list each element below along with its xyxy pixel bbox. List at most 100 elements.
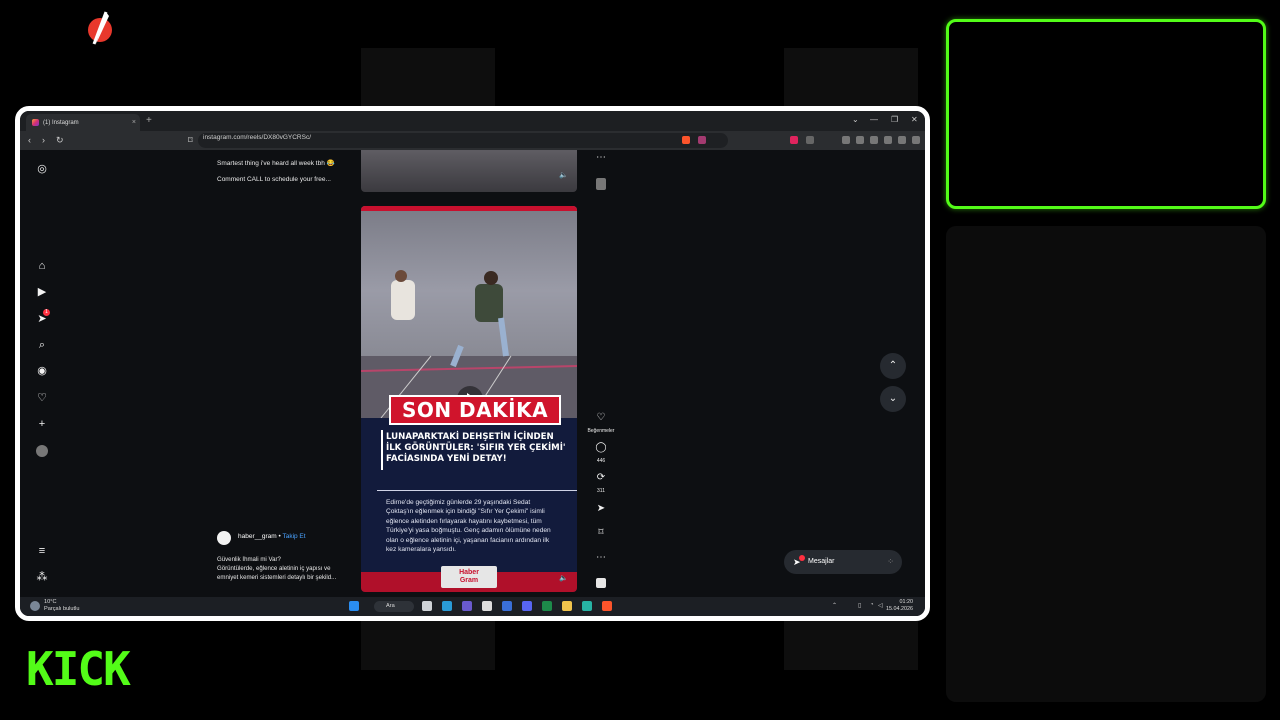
headline-accent bbox=[381, 430, 383, 470]
prev-caption-line2[interactable]: Comment CALL to schedule your free... bbox=[217, 176, 331, 183]
follow-button[interactable]: Takip Et bbox=[282, 533, 305, 540]
wifi-icon[interactable]: ◔ bbox=[870, 602, 874, 608]
search-label: Ara bbox=[386, 603, 395, 609]
more-options-icon[interactable]: ⋯ bbox=[591, 552, 611, 563]
comments-count: 446 bbox=[596, 458, 606, 464]
messages-button[interactable]: ➤ Mesajlar ⁘ bbox=[784, 550, 902, 574]
more-icon[interactable]: ⁂ bbox=[36, 571, 48, 583]
leo-icon[interactable] bbox=[884, 136, 892, 144]
author-name[interactable]: haber__gram bbox=[238, 533, 277, 540]
tab-close-icon[interactable]: × bbox=[132, 119, 136, 126]
windows-taskbar bbox=[20, 597, 925, 616]
tray-chevron-icon[interactable]: ⌃ bbox=[832, 602, 837, 609]
reel-top-strip bbox=[361, 206, 577, 211]
desc-line2: Görüntülerde, eğlence aletinin iç yapısı… bbox=[217, 565, 331, 572]
audio-thumb[interactable] bbox=[596, 178, 606, 190]
tab-search-icon[interactable]: ⌄ bbox=[852, 115, 859, 124]
instagram-icon[interactable]: ◎ bbox=[36, 163, 48, 175]
avatar[interactable] bbox=[36, 445, 48, 457]
reel-body-text: Edirne'de geçtiğimiz günlerde 29 yaşında… bbox=[386, 499, 551, 554]
url-text[interactable]: instagram.com/reels/DX80vGYCRSc/ bbox=[203, 134, 311, 141]
discord-icon[interactable] bbox=[522, 601, 532, 611]
menu-icon[interactable]: ≡ bbox=[36, 545, 48, 557]
explore-icon[interactable]: ◉ bbox=[36, 365, 48, 377]
minimize-button[interactable]: — bbox=[870, 115, 878, 124]
tab-instagram[interactable]: (1) Instagram × bbox=[26, 114, 140, 131]
avatars-icon: ⁘ bbox=[887, 557, 894, 566]
instagram-page: ◎ ⌂ ▶ ➤ 1 ⌕ ◉ ♡ + ≡ ⁂ Smartest thing i'v… bbox=[20, 150, 925, 597]
reel-headline: LUNAPARKTAKİ DEHŞETİN İÇİNDEN İLK GÖRÜNT… bbox=[386, 432, 566, 464]
mute-icon[interactable]: 🔈 bbox=[559, 574, 568, 582]
share-icon[interactable]: ➤ bbox=[591, 503, 611, 514]
windows-start-icon[interactable] bbox=[349, 601, 359, 611]
audio-thumb[interactable] bbox=[596, 578, 606, 588]
previous-reel[interactable]: 🔈 bbox=[361, 150, 577, 192]
vpn-icon[interactable] bbox=[898, 136, 906, 144]
reload-icon[interactable]: ↻ bbox=[56, 135, 64, 146]
edge-icon[interactable] bbox=[442, 601, 452, 611]
back-icon[interactable]: ‹ bbox=[28, 135, 31, 145]
brave-rewards-icon[interactable] bbox=[698, 136, 706, 144]
reels-icon[interactable]: ▶ bbox=[36, 286, 48, 298]
author-line: haber__gram • Takip Et bbox=[238, 533, 306, 540]
chrome-icon[interactable] bbox=[462, 601, 472, 611]
desc-line3[interactable]: emniyet kemeri sistemleri detaylı bir şe… bbox=[217, 574, 357, 581]
streamer-logo-icon bbox=[88, 11, 112, 45]
reel-divider bbox=[377, 490, 577, 491]
heart-icon[interactable]: ♡ bbox=[36, 392, 48, 404]
volume-icon[interactable]: ◁ bbox=[878, 602, 883, 609]
maximize-button[interactable]: ❐ bbox=[891, 115, 898, 124]
logo-line1: Haber bbox=[459, 569, 479, 576]
close-window-button[interactable]: ✕ bbox=[911, 115, 918, 124]
kick-logo: KICK bbox=[26, 642, 131, 696]
menu-icon[interactable] bbox=[912, 136, 920, 144]
sidebar-toggle-icon[interactable] bbox=[856, 136, 864, 144]
brave-icon[interactable] bbox=[602, 601, 612, 611]
breaking-news-banner: SON DAKİKA bbox=[389, 395, 561, 425]
chat-panel bbox=[946, 226, 1266, 702]
puzzle-icon[interactable] bbox=[806, 136, 814, 144]
task-view-icon[interactable] bbox=[422, 601, 432, 611]
search-icon[interactable]: ⌕ bbox=[36, 339, 48, 351]
taskbar-search[interactable]: Ara bbox=[374, 601, 414, 612]
home-icon[interactable]: ⌂ bbox=[36, 260, 48, 272]
brave-shield-icon[interactable] bbox=[682, 136, 690, 144]
current-reel[interactable]: SON DAKİKA LUNAPARKTAKİ DEHŞETİN İÇİNDEN… bbox=[361, 206, 577, 592]
comment-icon[interactable]: ◯ bbox=[591, 442, 611, 453]
prev-caption-line1: Smartest thing i've heard all week tbh 😂 bbox=[217, 160, 335, 167]
app-icon[interactable] bbox=[582, 601, 592, 611]
repost-icon[interactable]: ⟳ bbox=[591, 472, 611, 483]
tab-title: (1) Instagram bbox=[43, 119, 79, 126]
save-icon[interactable]: ⌑ bbox=[591, 527, 611, 538]
new-tab-button[interactable]: + bbox=[146, 115, 152, 126]
playlist-icon[interactable] bbox=[842, 136, 850, 144]
like-icon[interactable]: ♡ bbox=[591, 412, 611, 423]
weather-text: Parçalı bulutlu bbox=[44, 605, 80, 612]
weather-icon[interactable] bbox=[30, 601, 40, 611]
likes-label: Beğenmeler bbox=[587, 428, 615, 434]
extension-icon[interactable] bbox=[790, 136, 798, 144]
next-reel-button[interactable]: ⌄ bbox=[880, 386, 906, 412]
plus-icon[interactable]: + bbox=[36, 418, 48, 430]
system-clock[interactable]: 01:20 15.04.2026 bbox=[886, 599, 913, 612]
network-icon[interactable]: ▯ bbox=[858, 602, 861, 609]
bookmark-icon[interactable]: ⌑ bbox=[188, 135, 193, 146]
messages-label: Mesajlar bbox=[808, 558, 835, 565]
excel-icon[interactable] bbox=[542, 601, 552, 611]
forward-icon[interactable]: › bbox=[42, 135, 45, 145]
send-badge: 1 bbox=[43, 309, 50, 316]
mute-icon[interactable]: 🔈 bbox=[559, 171, 568, 179]
prev-reel-button[interactable]: ⌃ bbox=[880, 353, 906, 379]
send-icon: ➤ bbox=[793, 557, 801, 567]
more-options-icon[interactable]: ⋯ bbox=[591, 152, 611, 163]
logo-line2: Gram bbox=[459, 577, 479, 584]
app-icon[interactable] bbox=[502, 601, 512, 611]
captured-browser-window: (1) Instagram × + ⌄ — ❐ ✕ ‹ › ↻ ⌑ instag… bbox=[15, 106, 930, 621]
tab-bar: (1) Instagram × + ⌄ — ❐ ✕ bbox=[20, 111, 925, 131]
file-explorer-icon[interactable] bbox=[562, 601, 572, 611]
author-avatar[interactable] bbox=[217, 531, 231, 545]
wallet-icon[interactable] bbox=[870, 136, 878, 144]
app-icon[interactable] bbox=[482, 601, 492, 611]
weather-widget[interactable]: 10°C Parçalı bulutlu bbox=[44, 599, 79, 612]
webcam-frame bbox=[946, 19, 1266, 209]
